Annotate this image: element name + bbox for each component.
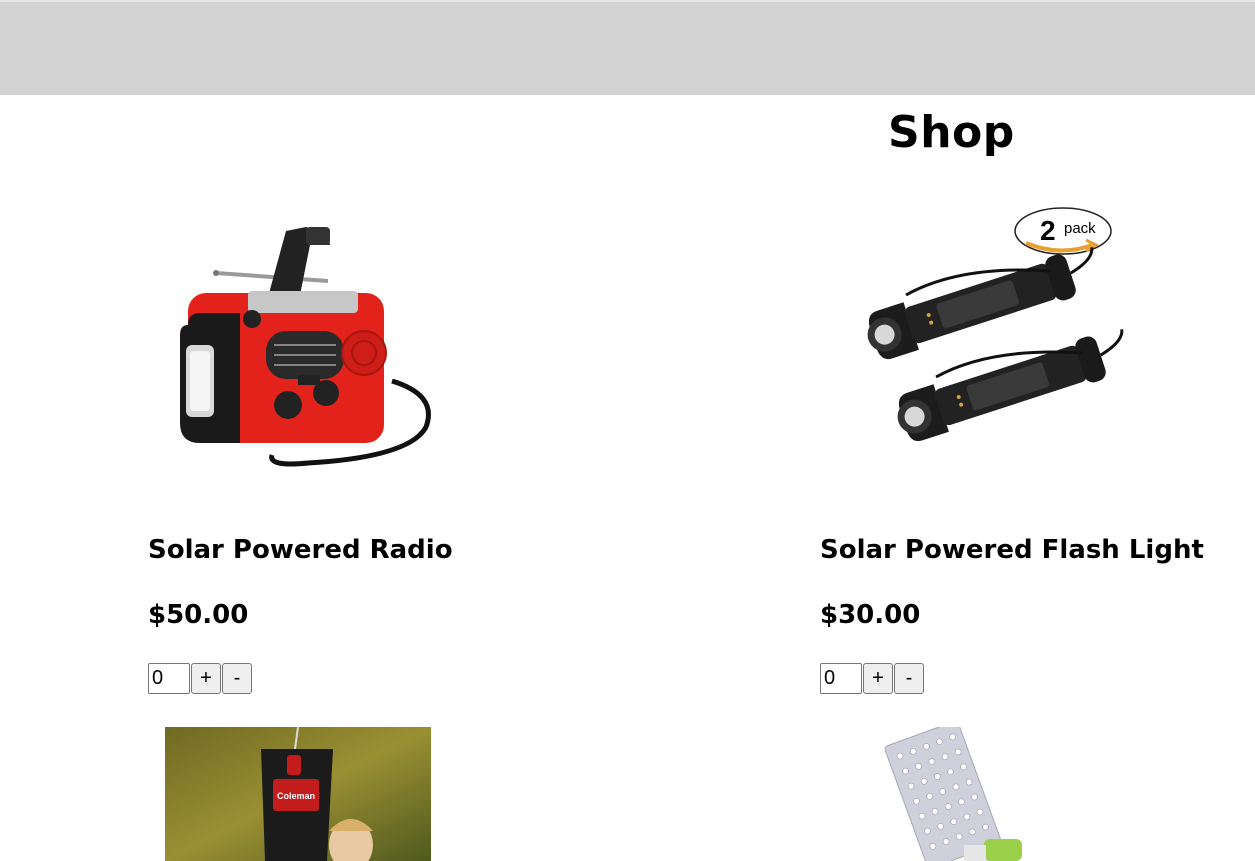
product-name: Solar Powered Flash Light bbox=[820, 535, 1204, 565]
decrement-button[interactable]: - bbox=[222, 663, 252, 694]
brand-label: Coleman bbox=[277, 791, 315, 801]
quantity-input[interactable] bbox=[148, 663, 190, 694]
product-name: Solar Powered Radio bbox=[148, 535, 453, 565]
product-price: $50.00 bbox=[148, 600, 249, 630]
product-price: $30.00 bbox=[820, 600, 921, 630]
led-lamp-icon bbox=[884, 727, 1022, 861]
quantity-input[interactable] bbox=[820, 663, 862, 694]
quantity-stepper: + - bbox=[820, 663, 924, 694]
badge-text: pack bbox=[1064, 220, 1096, 237]
badge-number: 2 bbox=[1040, 215, 1056, 246]
page-title: Shop bbox=[888, 107, 1015, 158]
increment-button[interactable]: + bbox=[863, 663, 893, 694]
hand-crank-radio-icon bbox=[180, 227, 431, 467]
solar-shower-icon: Coleman bbox=[165, 727, 431, 861]
top-header-bar bbox=[0, 0, 1255, 95]
increment-button[interactable]: + bbox=[191, 663, 221, 694]
flashlight-icon: 2 pack bbox=[867, 207, 1124, 442]
quantity-stepper: + - bbox=[148, 663, 252, 694]
decrement-button[interactable]: - bbox=[894, 663, 924, 694]
